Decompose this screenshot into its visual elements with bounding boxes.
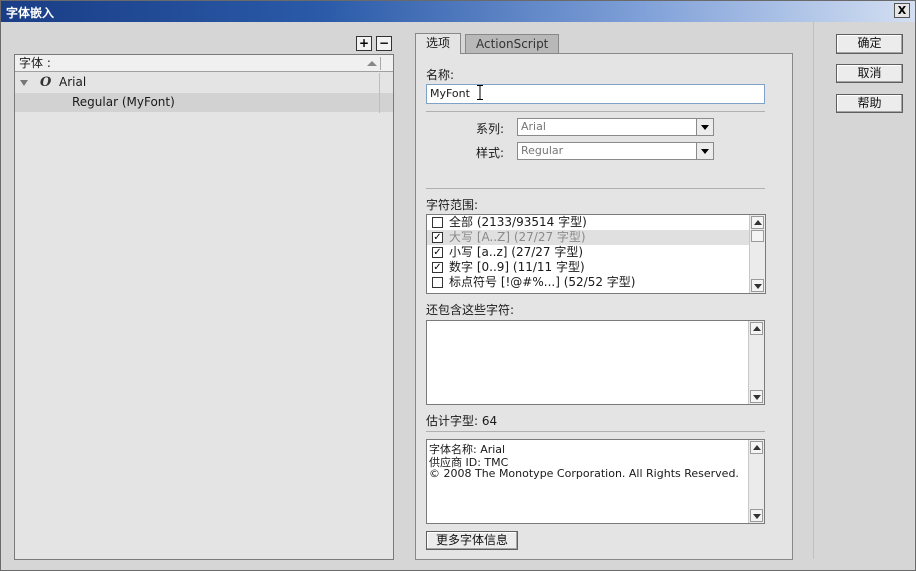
- tree-item-label: Regular (MyFont): [72, 95, 175, 109]
- checkbox-checked[interactable]: ✓: [432, 247, 443, 258]
- text-cursor-icon: [477, 85, 483, 100]
- style-label: 样式:: [476, 146, 505, 160]
- range-row-uppercase[interactable]: ✓ 大写 [A..Z] (27/27 字型): [427, 230, 751, 245]
- checkbox[interactable]: [432, 277, 443, 288]
- tree-column-label: 字体 :: [19, 56, 51, 70]
- remove-font-button[interactable]: −: [376, 36, 392, 51]
- add-font-button[interactable]: +: [356, 36, 372, 51]
- style-select-value: Regular: [521, 144, 564, 157]
- range-label: 标点符号 [!@#%...] (52/52 字型): [449, 275, 636, 289]
- checkbox-checked[interactable]: ✓: [432, 232, 443, 243]
- scroll-thumb[interactable]: [751, 230, 764, 242]
- tree-item-arial[interactable]: O Arial: [15, 73, 393, 92]
- divider: [426, 188, 765, 189]
- font-info-box[interactable]: 字体名称: Arial 供应商 ID: TMC © 2008 The Monot…: [426, 439, 765, 524]
- info-scrollbar[interactable]: [748, 440, 764, 523]
- checkbox-checked[interactable]: ✓: [432, 262, 443, 273]
- tree-item-label: Arial: [59, 75, 87, 89]
- divider: [426, 431, 765, 432]
- dialog-title: 字体嵌入: [6, 6, 55, 20]
- scroll-down-icon[interactable]: [750, 390, 763, 403]
- font-o-icon: O: [40, 75, 52, 90]
- tree-item-regular-myfont[interactable]: Regular (MyFont): [15, 93, 393, 112]
- scroll-up-icon[interactable]: [750, 322, 763, 335]
- range-label: 数字 [0..9] (11/11 字型): [449, 260, 585, 274]
- close-icon[interactable]: X: [894, 3, 910, 18]
- range-row-all[interactable]: 全部 (2133/93514 字型): [427, 215, 751, 230]
- tab-options[interactable]: 选项: [415, 33, 462, 54]
- font-embedding-dialog: 字体嵌入 X + − 字体 : O Arial Regular (MyFont)…: [0, 0, 916, 571]
- title-bar[interactable]: 字体嵌入 X: [1, 1, 915, 22]
- include-chars-textarea[interactable]: [426, 320, 765, 405]
- help-button[interactable]: 帮助: [836, 94, 903, 113]
- range-row-numerals[interactable]: ✓ 数字 [0..9] (11/11 字型): [427, 260, 751, 275]
- cancel-button[interactable]: 取消: [836, 64, 903, 83]
- options-panel: 名称: MyFont 系列: Arial 样式: Regular 字符范围: 全…: [415, 53, 793, 560]
- range-row-lowercase[interactable]: ✓ 小写 [a..z] (27/27 字型): [427, 245, 751, 260]
- name-label: 名称:: [426, 68, 455, 82]
- sort-arrow-icon: [367, 61, 377, 66]
- ranges-scrollbar[interactable]: [749, 215, 765, 293]
- estimated-glyphs-label: 估计字型: 64: [426, 414, 498, 428]
- checkbox[interactable]: [432, 217, 443, 228]
- scroll-up-icon[interactable]: [750, 441, 763, 454]
- chevron-down-icon[interactable]: [696, 143, 713, 159]
- character-ranges-list[interactable]: 全部 (2133/93514 字型) ✓ 大写 [A..Z] (27/27 字型…: [426, 214, 766, 294]
- divider: [813, 22, 814, 559]
- font-info-line: © 2008 The Monotype Corporation. All Rig…: [429, 467, 739, 480]
- style-select[interactable]: Regular: [517, 142, 714, 160]
- expand-triangle-icon[interactable]: [20, 80, 28, 86]
- range-label: 大写 [A..Z] (27/27 字型): [449, 230, 586, 244]
- include-scrollbar[interactable]: [748, 321, 764, 404]
- column-separator: [380, 57, 381, 70]
- ok-button[interactable]: 确定: [836, 34, 903, 54]
- range-row-punctuation[interactable]: 标点符号 [!@#%...] (52/52 字型): [427, 275, 751, 290]
- character-ranges-label: 字符范围:: [426, 198, 479, 212]
- tree-grid-line: [379, 73, 380, 113]
- include-chars-label: 还包含这些字符:: [426, 303, 515, 317]
- range-label: 全部 (2133/93514 字型): [449, 215, 587, 229]
- range-label: 小写 [a..z] (27/27 字型): [449, 245, 584, 259]
- name-input-value: MyFont: [430, 87, 470, 100]
- scroll-down-icon[interactable]: [750, 509, 763, 522]
- tab-actionscript[interactable]: ActionScript: [465, 34, 560, 54]
- family-select[interactable]: Arial: [517, 118, 714, 136]
- scroll-down-icon[interactable]: [751, 279, 764, 292]
- divider: [426, 111, 765, 112]
- chevron-down-icon[interactable]: [696, 119, 713, 135]
- family-select-value: Arial: [521, 120, 546, 133]
- tree-column-header[interactable]: 字体 :: [15, 55, 393, 72]
- more-font-info-button[interactable]: 更多字体信息: [426, 531, 518, 550]
- family-label: 系列:: [476, 122, 505, 136]
- dialog-body: + − 字体 : O Arial Regular (MyFont) 选项 Act…: [1, 22, 915, 570]
- scroll-up-icon[interactable]: [751, 216, 764, 229]
- font-tree[interactable]: 字体 : O Arial Regular (MyFont): [14, 54, 394, 560]
